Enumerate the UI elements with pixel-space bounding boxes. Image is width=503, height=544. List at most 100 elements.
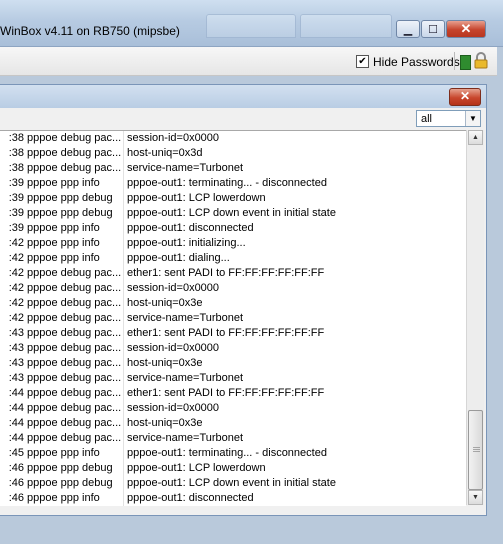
close-button[interactable]: ✕ [446,20,486,38]
log-message: service-name=Turbonet [127,162,244,174]
maximize-button[interactable]: ☐ [421,20,445,38]
log-topic: pppoe debug pac... [27,372,122,384]
toolbar: ✔ Hide Passwords [0,47,497,76]
log-row[interactable]: :44 pppoe debug pac... session-id=0x0000 [0,401,466,416]
log-topic: pppoe debug pac... [27,327,122,339]
log-time: :42 [8,312,24,324]
log-row[interactable]: :38 pppoe debug pac... host-uniq=0x3d [0,146,466,161]
log-row[interactable]: :42 pppoe debug pac... ether1: sent PADI t… [0,266,466,281]
filter-value: all [421,113,433,125]
log-row[interactable]: :43 pppoe debug pac... host-uniq=0x3e [0,356,466,371]
log-topic: pppoe debug pac... [27,132,122,144]
log-time: :44 [8,417,24,429]
log-topic: pppoe debug pac... [27,417,122,429]
scrollbar-thumb[interactable]: — — — [468,410,483,490]
log-message: pppoe-out1: terminating... - disconnecte… [127,447,327,459]
log-row[interactable]: :43 pppoe debug pac... ether1: sent PADI t… [0,326,466,341]
lock-icon [474,52,488,69]
log-time: :42 [8,297,24,309]
log-row[interactable]: :45 pppoe ppp info pppoe-out1: terminating… [0,446,466,461]
hide-passwords-label[interactable]: Hide Passwords [373,55,460,69]
toolbar-divider [454,52,455,70]
log-time: :42 [8,252,24,264]
window-controls: ▁ ☐ ✕ [395,20,486,38]
log-window-title-bar: ✕ [0,85,486,108]
log-time: :38 [8,162,24,174]
log-row[interactable]: :44 pppoe debug pac... ether1: sent PADI t… [0,386,466,401]
log-row[interactable]: :38 pppoe debug pac... service-name=Turbo… [0,161,466,176]
log-close-button[interactable]: ✕ [449,88,481,106]
minimize-button[interactable]: ▁ [396,20,420,38]
log-time: :39 [8,222,24,234]
log-topic: pppoe ppp info [27,177,100,189]
log-row[interactable]: :46 pppoe ppp debug pppoe-out1: LCP down e… [0,476,466,491]
background-taskbar-tab [206,14,296,38]
log-topic: pppoe ppp debug [27,207,113,219]
log-row[interactable]: :44 pppoe debug pac... service-name=Turbo… [0,431,466,446]
log-message: pppoe-out1: LCP down event in initial st… [127,207,336,219]
log-message: ether1: sent PADI to FF:FF:FF:FF:FF:FF [127,387,325,399]
log-time: :46 [8,492,24,504]
log-time: :43 [8,342,24,354]
log-topic: pppoe debug pac... [27,357,122,369]
connection-status-icon [460,55,471,70]
log-message: pppoe-out1: terminating... - disconnecte… [127,177,327,189]
log-time: :38 [8,132,24,144]
log-message: host-uniq=0x3e [127,417,203,429]
background-taskbar-tab [300,14,392,38]
log-message: session-id=0x0000 [127,132,220,144]
log-message: session-id=0x0000 [127,342,220,354]
log-row[interactable]: :39 pppoe ppp info pppoe-out1: disconnecte… [0,221,466,236]
log-topic: pppoe ppp info [27,222,100,234]
log-row[interactable]: :38 pppoe debug pac... session-id=0x0000 [0,131,466,146]
log-row[interactable]: :39 pppoe ppp debug pppoe-out1: LCP lowerd… [0,191,466,206]
log-time: :45 [8,447,24,459]
log-time: :46 [8,462,24,474]
log-row[interactable]: :39 pppoe ppp debug pppoe-out1: LCP down e… [0,206,466,221]
log-row[interactable]: :42 pppoe debug pac... service-name=Turbo… [0,311,466,326]
log-topic: pppoe debug pac... [27,297,122,309]
log-topic: pppoe debug pac... [27,342,122,354]
log-time: :43 [8,327,24,339]
hide-passwords-checkbox[interactable]: ✔ [356,55,369,68]
log-message: ether1: sent PADI to FF:FF:FF:FF:FF:FF [127,327,325,339]
log-message: session-id=0x0000 [127,282,220,294]
log-row[interactable]: :44 pppoe debug pac... host-uniq=0x3e [0,416,466,431]
log-message: service-name=Turbonet [127,372,244,384]
scroll-down-arrow-icon[interactable]: ▼ [468,490,483,505]
log-row[interactable]: :42 pppoe debug pac... host-uniq=0x3e [0,296,466,311]
log-message: pppoe-out1: disconnected [127,222,254,234]
log-message: host-uniq=0x3e [127,297,203,309]
log-message: host-uniq=0x3e [127,357,203,369]
window-title: WinBox v4.11 on RB750 (mipsbe) [0,24,180,38]
log-row[interactable]: :46 pppoe ppp info pppoe-out1: disconnecte… [0,491,466,506]
vertical-scrollbar[interactable]: ▲ — — — ▼ [466,130,484,505]
dropdown-arrow-icon[interactable]: ▼ [465,111,480,126]
log-message: service-name=Turbonet [127,312,244,324]
log-row[interactable]: :39 pppoe ppp info pppoe-out1: terminating… [0,176,466,191]
log-list: :38 pppoe debug pac... session-id=0x0000:… [0,130,466,506]
log-topic: pppoe debug pac... [27,282,122,294]
log-row[interactable]: :42 pppoe ppp info pppoe-out1: dialing... [0,251,466,266]
log-row[interactable]: :43 pppoe debug pac... session-id=0x0000 [0,341,466,356]
log-time: :39 [8,177,24,189]
log-time: :44 [8,402,24,414]
log-topic: pppoe debug pac... [27,162,122,174]
log-time: :38 [8,147,24,159]
log-topic: pppoe ppp debug [27,477,113,489]
log-row[interactable]: :42 pppoe debug pac... session-id=0x0000 [0,281,466,296]
log-message: service-name=Turbonet [127,432,244,444]
log-time: :42 [8,237,24,249]
log-row[interactable]: :43 pppoe debug pac... service-name=Turbo… [0,371,466,386]
log-time: :46 [8,477,24,489]
log-row[interactable]: :42 pppoe ppp info pppoe-out1: initializin… [0,236,466,251]
log-time: :42 [8,282,24,294]
log-message: pppoe-out1: disconnected [127,492,254,504]
log-row[interactable]: :46 pppoe ppp debug pppoe-out1: LCP lowerd… [0,461,466,476]
log-time: :44 [8,387,24,399]
log-message: session-id=0x0000 [127,402,220,414]
topic-filter-select[interactable]: all ▼ [416,110,481,127]
scroll-up-arrow-icon[interactable]: ▲ [468,130,483,145]
log-time: :43 [8,357,24,369]
log-topic: pppoe ppp info [27,237,100,249]
